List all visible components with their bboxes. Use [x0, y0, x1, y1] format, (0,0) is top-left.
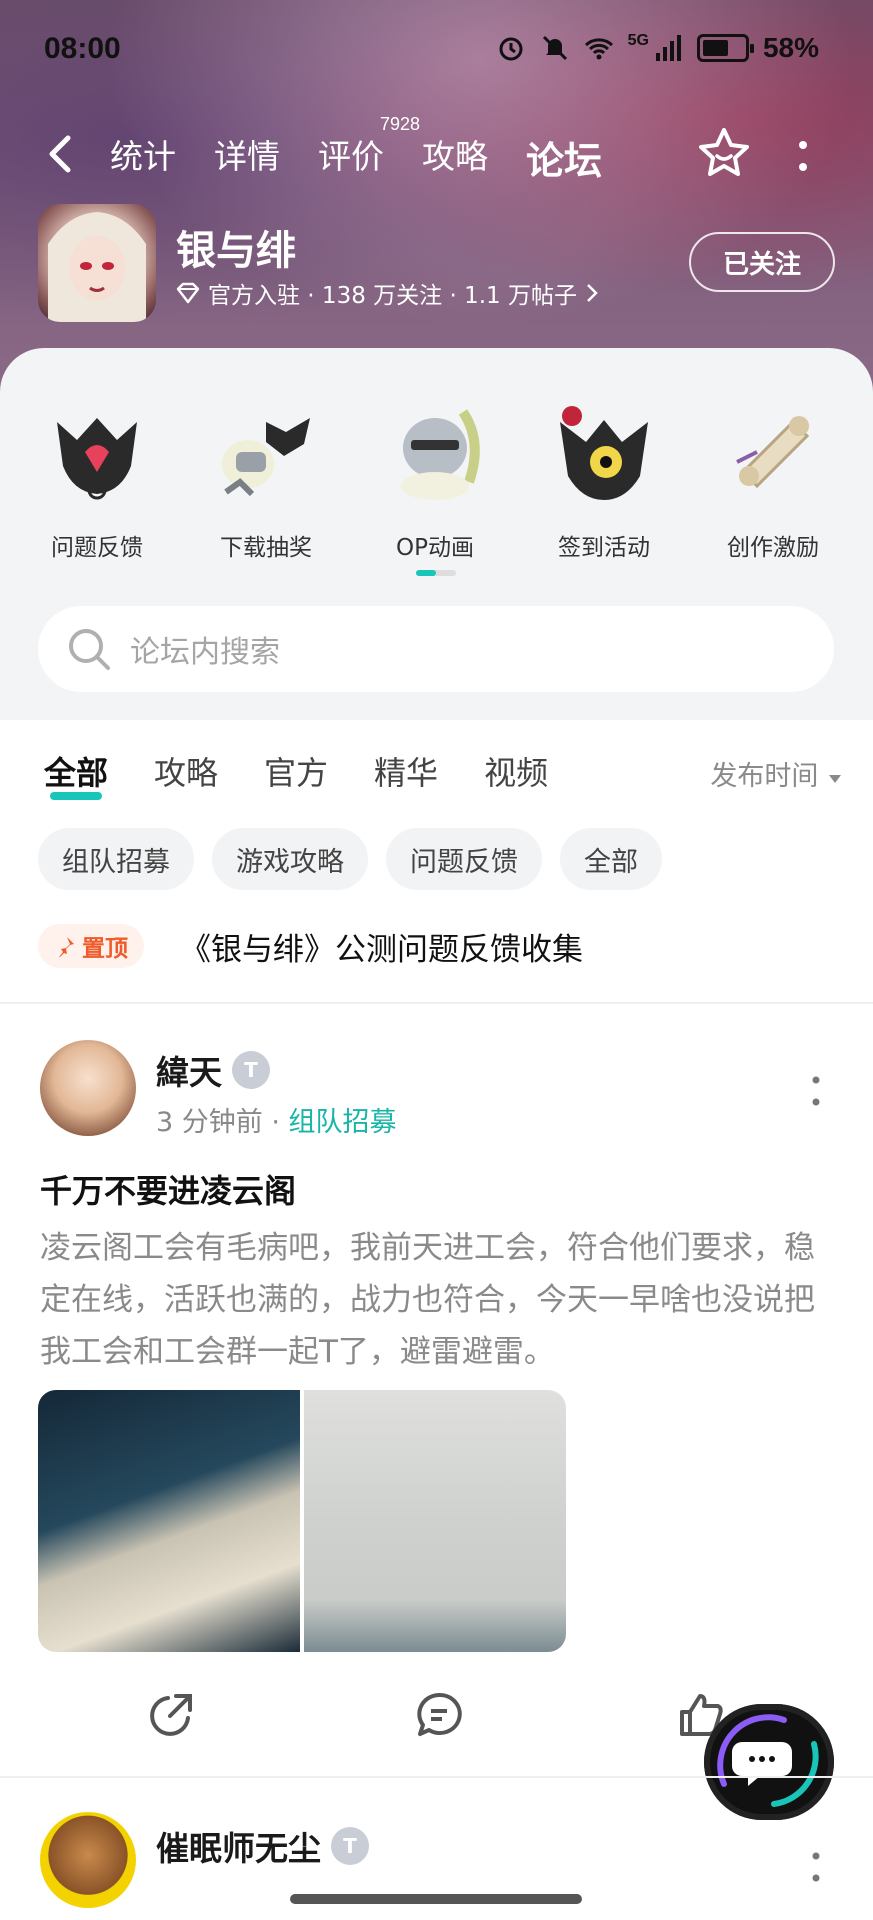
game-title: 银与绯: [176, 228, 296, 274]
chip-team-recruit[interactable]: 组队招募: [38, 828, 194, 890]
post-more-icon[interactable]: [811, 1076, 821, 1106]
post-author[interactable]: 催眠师无尘 T: [156, 1822, 369, 1870]
search-placeholder: 论坛内搜索: [130, 635, 280, 670]
follow-button[interactable]: 已关注: [689, 232, 835, 292]
pinned-post-title[interactable]: 《银与绯》公测问题反馈收集: [180, 924, 583, 969]
alarm-icon: [499, 37, 523, 61]
filter-tab-all[interactable]: 全部: [44, 748, 108, 800]
home-indicator: [290, 1894, 582, 1904]
chevron-right-icon: [587, 284, 598, 302]
game-avatar-art: [48, 212, 146, 322]
nav-tabs: 统计 详情 评价 7928 攻略 论坛: [110, 114, 640, 189]
tab-guides[interactable]: 攻略: [422, 130, 488, 185]
status-time: 08:00: [44, 32, 121, 65]
divider: [0, 1002, 873, 1004]
knight-bat-icon: [222, 418, 310, 497]
level-badge: T: [232, 1051, 270, 1089]
wifi-icon: [584, 38, 613, 60]
post-time: 3 分钟前: [156, 1107, 263, 1138]
signal-icon: [655, 35, 681, 61]
chip-game-guides[interactable]: 游戏攻略: [212, 828, 368, 890]
mute-bell-icon: [542, 35, 567, 61]
category-label: 签到活动: [558, 535, 650, 561]
chat-bubbles-icon: [717, 1714, 819, 1807]
category-checkin[interactable]: 签到活动: [529, 392, 679, 562]
post-more-icon[interactable]: [811, 1852, 821, 1882]
status-bar: 08:00 5G 58%: [0, 30, 873, 74]
sort-label: 发布时间: [710, 761, 819, 792]
level-badge: T: [331, 1827, 369, 1865]
reviews-count-badge: 7928: [380, 114, 421, 134]
more-vertical-icon[interactable]: [796, 140, 810, 174]
post-title[interactable]: 千万不要进凌云阁: [40, 1166, 296, 1212]
tab-stats[interactable]: 统计: [110, 130, 176, 185]
post-image[interactable]: [304, 1390, 566, 1652]
category-label: 下载抽奖: [220, 535, 312, 561]
forum-search-bar[interactable]: 论坛内搜索: [38, 606, 834, 692]
status-icons: 5G 58%: [496, 32, 819, 64]
topic-chips: 组队招募 游戏攻略 问题反馈 全部: [38, 828, 662, 890]
filter-tabs: 全部 攻略 官方 精华 视频: [44, 748, 594, 800]
tab-forum[interactable]: 论坛: [523, 130, 605, 189]
category-creation[interactable]: 创作激励: [698, 392, 848, 562]
comment-icon[interactable]: [414, 1690, 464, 1740]
category-page-indicator: [416, 570, 456, 576]
pinned-badge: 置顶: [38, 924, 144, 968]
tab-reviews[interactable]: 评价 7928: [318, 114, 420, 185]
author-name: 緯天: [156, 1053, 222, 1092]
game-meta[interactable]: 官方入驻 · 138 万关注 · 1.1 万帖子: [176, 276, 599, 310]
filter-tab-guides[interactable]: 攻略: [154, 748, 218, 794]
sort-dropdown[interactable]: 发布时间: [710, 754, 843, 793]
filter-tab-official[interactable]: 官方: [264, 748, 328, 794]
game-meta-text: 官方入驻 · 138 万关注 · 1.1 万帖子: [208, 283, 577, 309]
caret-down-icon: [829, 775, 841, 783]
tab-reviews-label: 评价: [318, 137, 384, 176]
category-op-animation[interactable]: OP动画: [360, 392, 510, 562]
knight-helmet-icon: [401, 409, 480, 500]
chip-feedback[interactable]: 问题反馈: [386, 828, 542, 890]
category-label: 创作激励: [727, 535, 819, 561]
game-icon[interactable]: [38, 204, 156, 322]
category-label: OP动画: [396, 535, 474, 561]
meta-separator: ·: [271, 1107, 289, 1138]
category-row: 问题反馈 下载抽奖 OP动画 签到活动 创作激励: [0, 392, 873, 572]
battery-icon: [696, 34, 754, 62]
category-label: 问题反馈: [51, 535, 143, 561]
tab-details[interactable]: 详情: [214, 130, 280, 185]
battery-percent: 58%: [762, 32, 819, 63]
share-icon[interactable]: [146, 1690, 196, 1740]
network-label: 5G: [627, 32, 649, 49]
filter-tab-featured[interactable]: 精华: [374, 748, 438, 794]
eye-bat-icon: [560, 406, 648, 500]
scroll-icon: [736, 416, 810, 489]
post-body[interactable]: 凌云阁工会有毛病吧，我前天进工会，符合他们要求，稳定在线，活跃也满的，战力也符合…: [40, 1222, 840, 1378]
divider: [0, 1776, 873, 1778]
top-nav: 统计 详情 评价 7928 攻略 论坛: [0, 114, 873, 190]
pinned-badge-label: 置顶: [82, 936, 128, 962]
author-name: 催眠师无尘: [156, 1829, 321, 1868]
avatar[interactable]: [40, 1040, 136, 1136]
post-meta: 3 分钟前 · 组队招募: [156, 1100, 397, 1139]
post-tag[interactable]: 组队招募: [289, 1107, 397, 1138]
category-download-lottery[interactable]: 下载抽奖: [191, 392, 341, 562]
bat-heart-icon: [57, 418, 137, 500]
category-feedback[interactable]: 问题反馈: [22, 392, 172, 562]
chat-fab-button[interactable]: [704, 1704, 834, 1820]
chip-all[interactable]: 全部: [560, 828, 662, 890]
pin-icon: [59, 937, 74, 957]
filter-tab-video[interactable]: 视频: [484, 748, 548, 794]
avatar[interactable]: [40, 1812, 136, 1908]
post-author[interactable]: 緯天 T: [156, 1046, 270, 1094]
back-arrow-icon[interactable]: [44, 134, 80, 174]
diamond-icon: [176, 282, 200, 304]
search-icon: [69, 629, 110, 670]
star-face-icon[interactable]: [696, 126, 752, 182]
post-image[interactable]: [38, 1390, 300, 1652]
